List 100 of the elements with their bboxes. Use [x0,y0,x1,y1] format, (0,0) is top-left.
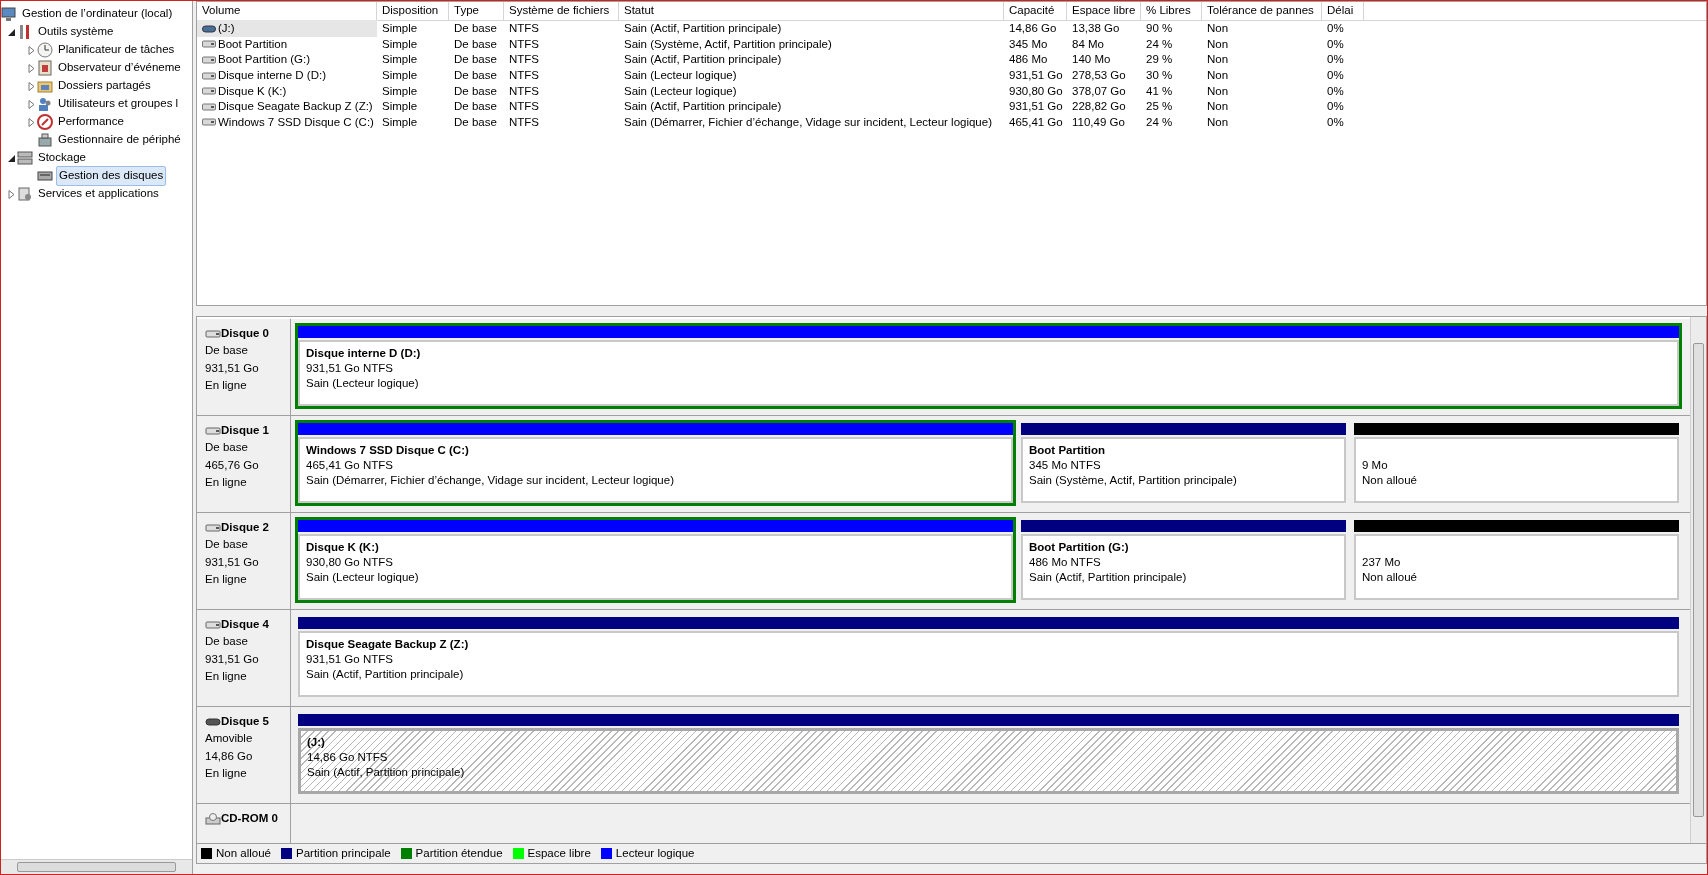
column-header[interactable]: Disposition [377,2,449,20]
disk-info: 931,51 Go [205,651,260,667]
table-cell-text: 29 % [1146,52,1173,68]
partition-size: 345 Mo NTFS [1029,458,1102,473]
table-cell-text: 378,07 Go [1072,83,1126,99]
table-cell-text: 0% [1327,21,1344,37]
table-cell-text: De base [454,99,497,115]
partition-size: 931,51 Go NTFS [306,652,394,667]
disk-info: 931,51 Go [205,360,260,376]
disk-name: Disque 5 [221,714,269,729]
partition-box[interactable]: Windows 7 SSD Disque C (C:) 465,41 Go NTFS Sain (Démarrer, Fichier d’échange, Vidage sur incident, Lecteur logique) [298,437,1013,503]
tree-item[interactable]: Gestionnaire de périphé [56,131,183,149]
table-cell-text: 14,86 Go [1009,21,1057,37]
partition-box[interactable]: Boot Partition (G:) 486 Mo NTFS Sain (Actif, Partition principale) [1021,534,1346,600]
collapsed-arrow-icon[interactable] [26,45,36,55]
partition-box[interactable]: Disque interne D (D:) 931,51 Go NTFS Sain (Lecteur logique) [298,340,1679,406]
partition-status: Sain (Actif, Partition principale) [1029,570,1188,585]
partition-name: Disque K (K:) [306,540,380,555]
table-cell-text: Sain (Actif, Partition principale) [624,21,782,37]
expanded-arrow-icon[interactable] [6,27,16,37]
table-cell-text: Simple [382,83,418,99]
tree-item[interactable]: Planificateur de tâches [56,41,177,59]
collapsed-arrow-icon[interactable] [26,63,36,73]
table-cell-text: NTFS [509,67,540,83]
collapsed-arrow-icon[interactable] [6,189,16,199]
column-header[interactable]: Espace libre [1067,2,1141,20]
partition-box[interactable]: (J:) 14,86 Go NTFS Sain (Actif, Partition principale) [298,728,1679,794]
table-cell-text: NTFS [509,36,540,52]
disk-info: En ligne [205,474,248,490]
tree-item[interactable]: Stockage [36,149,88,167]
optical-drive-icon [205,812,221,825]
table-cell-text: 0% [1327,99,1344,115]
legend-label: Non alloué [216,845,271,861]
tree-item[interactable]: Utilisateurs et groupes l [56,95,181,113]
column-header[interactable]: Système de fichiers [504,2,619,20]
partition-box[interactable]: 237 Mo Non alloué [1354,534,1679,600]
scrollbar-thumb[interactable] [1693,343,1704,817]
scrollbar-thumb[interactable] [17,862,176,872]
table-cell-text: Non [1207,67,1229,83]
table-cell-text: 13,38 Go [1072,21,1120,37]
table-cell-text: 24 % [1146,36,1173,52]
table-cell-text: 0% [1327,36,1344,52]
column-header[interactable]: Délai [1322,2,1364,20]
column-header[interactable]: % Libres [1141,2,1202,20]
tree-item[interactable]: Outils système [36,23,116,41]
table-cell-text: Non [1207,21,1229,37]
disk-info: De base [205,537,249,553]
collapsed-arrow-icon[interactable] [26,117,36,127]
disk-info: 465,76 Go [205,457,260,473]
partition-status: Non alloué [1362,570,1418,585]
table-cell-text: De base [454,21,497,37]
table-cell-text: Non [1207,52,1229,68]
collapsed-arrow-icon[interactable] [26,81,36,91]
table-cell-text: Boot Partition (G:) [218,52,311,68]
table-cell-text: Windows 7 SSD Disque C (C:) [218,114,374,130]
partition-status: Sain (Lecteur logique) [306,376,420,391]
table-cell-text: Simple [382,36,418,52]
collapsed-arrow-icon[interactable] [26,99,36,109]
tree-item[interactable]: Dossiers partagés [56,77,153,95]
disk-info: En ligne [205,571,248,587]
partition-size: 486 Mo NTFS [1029,555,1102,570]
table-cell-text: 0% [1327,67,1344,83]
tree-item[interactable]: Gestion de l’ordinateur (local) [20,5,175,23]
column-header[interactable]: Capacité [1004,2,1067,20]
legend-label: Espace libre [527,845,591,861]
partition-box[interactable]: Boot Partition 345 Mo NTFS Sain (Système, Actif, Partition principale) [1021,437,1346,503]
device-icon [37,132,53,148]
storage-icon [17,150,33,166]
table-cell-text: 30 % [1146,67,1173,83]
column-header[interactable]: Statut [619,2,1004,20]
partition-status: Sain (Système, Actif, Partition principale) [1029,473,1238,488]
partition-name: Boot Partition (G:) [1029,540,1130,555]
partition-status: Sain (Démarrer, Fichier d’échange, Vidage sur incident, Lecteur logique) [306,473,675,488]
drive-icon [202,56,216,64]
partition-box[interactable]: Disque K (K:) 930,80 Go NTFS Sain (Lecteur logique) [298,534,1013,600]
tree-item[interactable]: Observateur d’événeme [56,59,183,77]
column-header[interactable]: Tolérance de pannes [1202,2,1322,20]
table-cell-text: 25 % [1146,99,1173,115]
clock-icon [37,42,53,58]
table-cell-text: NTFS [509,21,540,37]
drive-icon [37,168,53,184]
table-cell-text: 41 % [1146,83,1173,99]
drive-icon [205,523,221,532]
table-cell-text: 486 Mo [1009,52,1048,68]
legend-label: Partition principale [296,845,391,861]
table-cell-text: Non [1207,99,1229,115]
partition-box[interactable]: Disque Seagate Backup Z (Z:) 931,51 Go NTFS Sain (Actif, Partition principale) [298,631,1679,697]
partition-box[interactable]: 9 Mo Non alloué [1354,437,1679,503]
expanded-arrow-icon[interactable] [6,153,16,163]
table-cell-text: NTFS [509,114,540,130]
table-cell-text: De base [454,36,497,52]
table-cell-text: 345 Mo [1009,36,1048,52]
tree-item[interactable]: Gestion des disques [56,166,167,186]
partition-size: 9 Mo [1362,458,1389,473]
table-cell-text: Non [1207,83,1229,99]
column-header[interactable]: Type [449,2,504,20]
tree-item[interactable]: Services et applications [36,185,161,203]
tree-item[interactable]: Performance [56,113,126,131]
drive-icon [202,102,216,111]
table-cell-text: 930,80 Go [1009,83,1063,99]
